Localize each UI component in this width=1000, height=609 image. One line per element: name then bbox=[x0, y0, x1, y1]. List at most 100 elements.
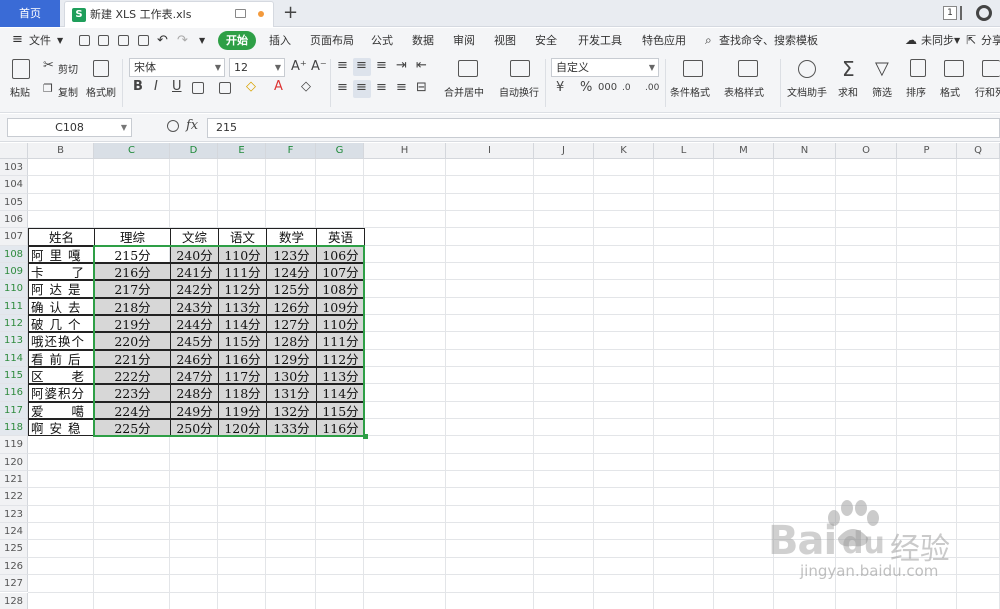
clear-icon[interactable]: ◇ bbox=[301, 80, 311, 94]
align-center-icon[interactable]: ≡ bbox=[356, 81, 367, 95]
menu-view[interactable]: 视图 bbox=[494, 28, 516, 53]
name-box[interactable]: C108 ▼ bbox=[7, 118, 132, 137]
table-header-cell[interactable]: 数学 bbox=[266, 228, 317, 246]
row-header-125[interactable]: 125 bbox=[0, 540, 28, 558]
bold-icon[interactable]: B bbox=[133, 80, 143, 94]
hamburger-icon[interactable]: ≡ bbox=[12, 27, 23, 52]
home-tab[interactable]: 首页 bbox=[0, 0, 60, 27]
format-painter-icon[interactable] bbox=[93, 60, 109, 77]
align-left-icon[interactable]: ≡ bbox=[337, 81, 348, 95]
merge-center-button[interactable]: 合并居中 bbox=[444, 84, 484, 99]
sort-icon[interactable] bbox=[910, 59, 926, 77]
scissors-icon[interactable]: ✂ bbox=[43, 59, 54, 73]
table-header-cell[interactable]: 语文 bbox=[218, 228, 267, 246]
column-header-e[interactable]: E bbox=[218, 143, 266, 159]
font-color-icon[interactable]: A bbox=[274, 80, 283, 94]
table-header-cell[interactable]: 英语 bbox=[316, 228, 365, 246]
increase-font-icon[interactable]: A⁺ bbox=[291, 60, 307, 74]
share-icon[interactable]: ⇱ bbox=[966, 28, 976, 53]
row-header-128[interactable]: 128 bbox=[0, 592, 28, 609]
zoom-icon[interactable] bbox=[167, 120, 179, 132]
sum-button[interactable]: 求和 bbox=[838, 84, 858, 99]
more-icon[interactable]: ▼ bbox=[199, 28, 205, 53]
menu-insert[interactable]: 插入 bbox=[269, 28, 291, 53]
row-col-button[interactable]: 行和列 bbox=[975, 84, 1000, 99]
border-icon[interactable] bbox=[192, 82, 204, 94]
save-icon[interactable] bbox=[79, 35, 90, 46]
column-header-c[interactable]: C bbox=[94, 143, 170, 159]
row-header-116[interactable]: 116 bbox=[0, 384, 28, 402]
chevron-down-icon[interactable]: ▼ bbox=[57, 28, 63, 53]
sort-button[interactable]: 排序 bbox=[906, 84, 926, 99]
search-icon[interactable]: ⌕ bbox=[705, 28, 712, 53]
row-header-108[interactable]: 108 bbox=[0, 245, 28, 264]
column-header-g[interactable]: G bbox=[316, 143, 364, 159]
document-tab[interactable]: S 新建 XLS 工作表.xls bbox=[64, 1, 274, 27]
row-header-112[interactable]: 112 bbox=[0, 315, 28, 333]
paste-icon[interactable] bbox=[12, 59, 30, 79]
share-button[interactable]: 分享 bbox=[981, 28, 1000, 53]
menu-developer[interactable]: 开发工具 bbox=[578, 28, 622, 53]
menu-start[interactable]: 开始 bbox=[218, 31, 256, 50]
name-cell[interactable]: 阿 达 是 bbox=[28, 280, 95, 298]
table-header-cell[interactable]: 姓名 bbox=[28, 228, 95, 246]
export-icon[interactable] bbox=[98, 35, 109, 46]
filter-button[interactable]: 筛选 bbox=[872, 84, 892, 99]
name-cell[interactable]: 啊 安 稳 bbox=[28, 419, 95, 437]
menu-formula[interactable]: 公式 bbox=[371, 28, 393, 53]
align-top-icon[interactable]: ≡ bbox=[337, 59, 348, 73]
fill-color-icon[interactable]: ◇ bbox=[246, 80, 256, 94]
new-tab-button[interactable]: + bbox=[283, 2, 298, 24]
menu-file[interactable]: 文件 bbox=[29, 28, 51, 53]
justify-icon[interactable]: ≡ bbox=[396, 81, 407, 95]
unsaved-dot-icon[interactable] bbox=[258, 11, 264, 17]
name-cell[interactable]: 阿婆积分 bbox=[28, 384, 95, 402]
row-header-120[interactable]: 120 bbox=[0, 453, 28, 472]
row-header-118[interactable]: 118 bbox=[0, 419, 28, 437]
row-header-109[interactable]: 109 bbox=[0, 263, 28, 281]
print-icon[interactable] bbox=[118, 35, 129, 46]
row-header-121[interactable]: 121 bbox=[0, 471, 28, 489]
column-header-j[interactable]: J bbox=[534, 143, 594, 159]
monitor-icon[interactable] bbox=[235, 9, 246, 18]
column-header-h[interactable]: H bbox=[364, 143, 446, 159]
copy-button[interactable]: 复制 bbox=[58, 84, 78, 99]
menu-security[interactable]: 安全 bbox=[535, 28, 557, 53]
row-header-105[interactable]: 105 bbox=[0, 193, 28, 211]
column-header-q[interactable]: Q bbox=[957, 143, 1000, 159]
column-header-n[interactable]: N bbox=[774, 143, 836, 159]
merge-center-icon[interactable] bbox=[458, 60, 478, 77]
row-header-117[interactable]: 117 bbox=[0, 401, 28, 420]
percent-icon[interactable]: % bbox=[580, 81, 592, 95]
decrease-decimal-icon[interactable]: .00 bbox=[645, 81, 659, 95]
name-cell[interactable]: 破 几 个 bbox=[28, 315, 95, 333]
sum-icon[interactable]: Σ bbox=[842, 59, 855, 79]
name-cell[interactable]: 区 老 bbox=[28, 367, 95, 385]
sync-status[interactable]: 未同步 bbox=[921, 28, 954, 53]
align-right-icon[interactable]: ≡ bbox=[376, 81, 387, 95]
doc-helper-icon[interactable] bbox=[798, 60, 816, 78]
column-header-o[interactable]: O bbox=[836, 143, 897, 159]
row-header-124[interactable]: 124 bbox=[0, 523, 28, 541]
increase-decimal-icon[interactable]: .0 bbox=[622, 81, 631, 95]
column-header-f[interactable]: F bbox=[266, 143, 316, 159]
thousands-icon[interactable]: 000 bbox=[598, 81, 617, 95]
paste-button[interactable]: 粘贴 bbox=[10, 84, 30, 99]
font-name-select[interactable]: 宋体 ▼ bbox=[129, 58, 225, 77]
name-cell[interactable]: 哦还换个 bbox=[28, 332, 95, 350]
select-all-corner[interactable] bbox=[0, 143, 28, 159]
column-header-k[interactable]: K bbox=[594, 143, 654, 159]
row-header-104[interactable]: 104 bbox=[0, 176, 28, 194]
command-search[interactable]: 查找命令、搜索模板 bbox=[719, 28, 818, 53]
print-preview-icon[interactable] bbox=[138, 35, 149, 46]
column-header-d[interactable]: D bbox=[170, 143, 218, 159]
currency-icon[interactable]: ¥ bbox=[556, 81, 564, 95]
account-avatar-icon[interactable] bbox=[976, 5, 992, 21]
indent-icon[interactable]: ⇥ bbox=[396, 59, 407, 73]
table-style-icon[interactable] bbox=[738, 60, 758, 77]
row-header-126[interactable]: 126 bbox=[0, 557, 28, 576]
copy-icon[interactable]: ❐ bbox=[43, 82, 53, 96]
column-header-p[interactable]: P bbox=[897, 143, 957, 159]
column-header-i[interactable]: I bbox=[446, 143, 534, 159]
conditional-format-icon[interactable] bbox=[683, 60, 703, 77]
